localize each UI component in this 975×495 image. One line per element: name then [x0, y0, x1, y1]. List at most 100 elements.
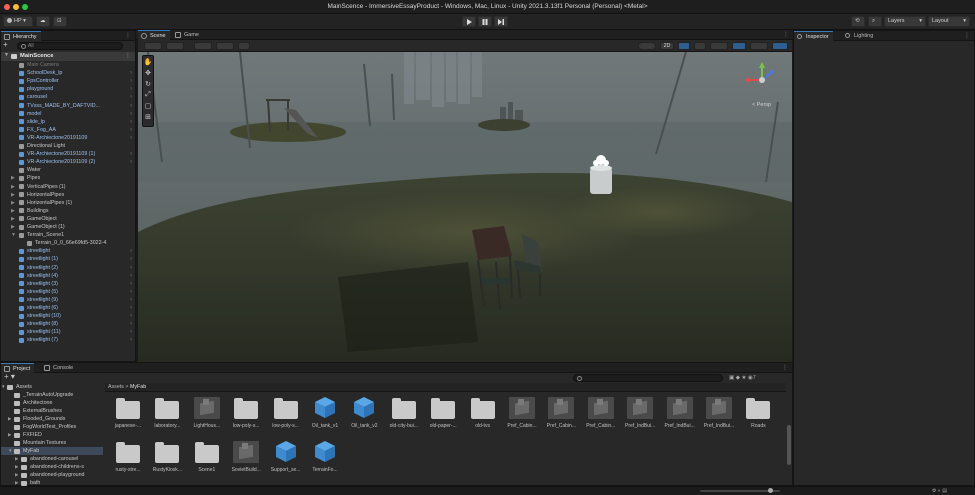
draw-mode-dropdown[interactable]	[144, 42, 162, 50]
hierarchy-item[interactable]: Terrain_0_0_66e69fd5-3022-4	[1, 239, 135, 247]
hierarchy-item[interactable]: ▶ GameObject	[1, 215, 135, 223]
project-folder-item[interactable]: Architectone	[1, 399, 103, 407]
asset-item[interactable]: Roads	[741, 395, 775, 429]
search-toolbar-button[interactable]: ⌕	[868, 16, 882, 27]
asset-item[interactable]: Pref_Cabin...	[544, 395, 578, 429]
asset-item[interactable]: SovietBuild...	[229, 439, 263, 473]
prefab-open-arrow-icon[interactable]: ›	[130, 126, 132, 134]
expand-triangle-icon[interactable]: ▶	[11, 215, 16, 223]
hierarchy-item[interactable]: FX_Fog_AA ›	[1, 126, 135, 134]
expand-triangle-icon[interactable]: ▶	[15, 479, 18, 486]
pause-button[interactable]	[478, 16, 492, 27]
asset-item[interactable]: LightHous...	[190, 395, 224, 429]
project-folder-item[interactable]: ▶ abandoned-playground	[1, 471, 103, 479]
hierarchy-item[interactable]: Main Camera	[1, 61, 135, 69]
perspective-label[interactable]: < Persp	[752, 102, 771, 108]
scene-header-row[interactable]: ▼ MainScence ⋮	[1, 52, 135, 61]
asset-item[interactable]: Pref_Cabin...	[505, 395, 539, 429]
camera-settings-dropdown[interactable]	[750, 42, 768, 50]
filter-label-icon[interactable]: ◆	[736, 375, 740, 381]
project-folder-item[interactable]: ▶ bath	[1, 479, 103, 486]
project-folder-item[interactable]: ▼ MyFab	[1, 447, 103, 455]
step-button[interactable]	[494, 16, 508, 27]
project-folder-item[interactable]: ▶ abandoned-childrens-s	[1, 463, 103, 471]
layout-dropdown[interactable]: Layout ▾	[928, 16, 970, 27]
hierarchy-item[interactable]: streetlight (6) ›	[1, 304, 135, 312]
asset-item[interactable]: laboratory...	[150, 395, 184, 429]
expand-triangle-icon[interactable]: ▶	[11, 223, 16, 231]
hierarchy-item[interactable]: ▶ GameObject (1)	[1, 223, 135, 231]
hierarchy-item[interactable]: carousel ›	[1, 93, 135, 101]
hierarchy-item[interactable]: VR-Archiectone20191109 (2) ›	[1, 158, 135, 166]
hierarchy-item[interactable]: streetlight (5) ›	[1, 288, 135, 296]
play-button[interactable]	[462, 16, 476, 27]
expand-triangle-icon[interactable]: ▼	[11, 231, 16, 239]
move-tool-icon[interactable]: ✥	[143, 68, 153, 78]
tab-inspector[interactable]: Inspector	[794, 31, 833, 41]
cloud-button[interactable]: ☁	[36, 16, 50, 27]
scale-tool-icon[interactable]: ⤢	[143, 90, 153, 100]
hierarchy-item[interactable]: streetlight ›	[1, 247, 135, 255]
hierarchy-item[interactable]: streetlight (11) ›	[1, 328, 135, 336]
asset-item[interactable]: rusty-stre...	[111, 439, 145, 473]
prefab-open-arrow-icon[interactable]: ›	[130, 304, 132, 312]
asset-item[interactable]: Pref_IndBui...	[663, 395, 697, 429]
collab-button[interactable]: ⊡	[53, 16, 67, 27]
gizmos-dropdown[interactable]	[772, 42, 788, 50]
hierarchy-item[interactable]: model ›	[1, 110, 135, 118]
audio-toggle[interactable]	[694, 42, 706, 50]
tab-console[interactable]: Console	[41, 363, 77, 373]
asset-item[interactable]: old-city-bui...	[387, 395, 421, 429]
prefab-open-arrow-icon[interactable]: ›	[130, 312, 132, 320]
asset-grid-scrollbar[interactable]	[787, 425, 791, 465]
thumbnail-size-slider[interactable]	[700, 488, 780, 493]
asset-item[interactable]: TerrainFo...	[308, 439, 342, 473]
prefab-open-arrow-icon[interactable]: ›	[130, 69, 132, 77]
hierarchy-item[interactable]: ▼ Terrain_Scene1	[1, 231, 135, 239]
hierarchy-item[interactable]: ▶ HorizontalPipes (1)	[1, 199, 135, 207]
expand-triangle-icon[interactable]: ▶	[8, 431, 11, 439]
star-icon[interactable]: ★	[742, 375, 747, 381]
project-folder-item[interactable]: ExternalBrushes	[1, 407, 103, 415]
expand-triangle-icon[interactable]: ▶	[11, 199, 16, 207]
filter-type-icon[interactable]: ▣	[729, 375, 734, 381]
asset-item[interactable]: Scene1	[190, 439, 224, 473]
project-folder-item[interactable]: ▶ abandoned-carousel	[1, 455, 103, 463]
expand-triangle-icon[interactable]: ▶	[11, 207, 16, 215]
layers-dropdown[interactable]: Layers ▾	[884, 16, 926, 27]
tab-scene[interactable]: Scene	[138, 30, 170, 40]
rect-tool-icon[interactable]: ▢	[143, 101, 153, 111]
effects-dropdown[interactable]	[710, 42, 728, 50]
hierarchy-item[interactable]: VR-Archiectone20191109 ›	[1, 134, 135, 142]
rotate-tool-icon[interactable]: ↻	[143, 79, 153, 89]
scene-viewport[interactable]: < Persp	[138, 52, 792, 362]
prefab-open-arrow-icon[interactable]: ›	[130, 247, 132, 255]
expand-triangle-icon[interactable]: ▶	[11, 183, 16, 191]
hierarchy-item[interactable]: FpsController ›	[1, 77, 135, 85]
expand-triangle-icon[interactable]: ▶	[15, 463, 18, 471]
prefab-open-arrow-icon[interactable]: ›	[130, 102, 132, 110]
project-folder-item[interactable]: Mountain Textures	[1, 439, 103, 447]
hierarchy-item[interactable]: SchoolDesk_lp ›	[1, 69, 135, 77]
scene-visibility-toggle[interactable]	[732, 42, 746, 50]
prefab-open-arrow-icon[interactable]: ›	[130, 255, 132, 263]
hierarchy-item[interactable]: streetlight (3) ›	[1, 280, 135, 288]
gizmo-pivot-dropdown[interactable]	[166, 42, 184, 50]
hierarchy-item[interactable]: ▶ Pipes	[1, 174, 135, 182]
prefab-open-arrow-icon[interactable]: ›	[130, 288, 132, 296]
kebab-menu-icon[interactable]: ⋮	[125, 52, 131, 59]
hand-tool-icon[interactable]: ✋	[143, 57, 153, 67]
expand-triangle-icon[interactable]: ▼	[8, 447, 12, 455]
hierarchy-item[interactable]: streetlight (1) ›	[1, 255, 135, 263]
asset-item[interactable]: old-tvs	[466, 395, 500, 429]
asset-item[interactable]: low-poly-s...	[229, 395, 263, 429]
expand-triangle-icon[interactable]: ▶	[15, 471, 18, 479]
hierarchy-item[interactable]: ▶ VerticalPipes (1)	[1, 183, 135, 191]
grid-snap-dropdown[interactable]	[194, 42, 212, 50]
hierarchy-item[interactable]: ▶ Buildings	[1, 207, 135, 215]
hierarchy-item[interactable]: streetlight (10) ›	[1, 312, 135, 320]
add-object-button[interactable]: +	[3, 41, 13, 50]
project-folder-item[interactable]: FogWorldTest_Profiles	[1, 423, 103, 431]
hierarchy-search-input[interactable]: All	[17, 42, 123, 50]
project-search-input[interactable]	[573, 374, 723, 382]
